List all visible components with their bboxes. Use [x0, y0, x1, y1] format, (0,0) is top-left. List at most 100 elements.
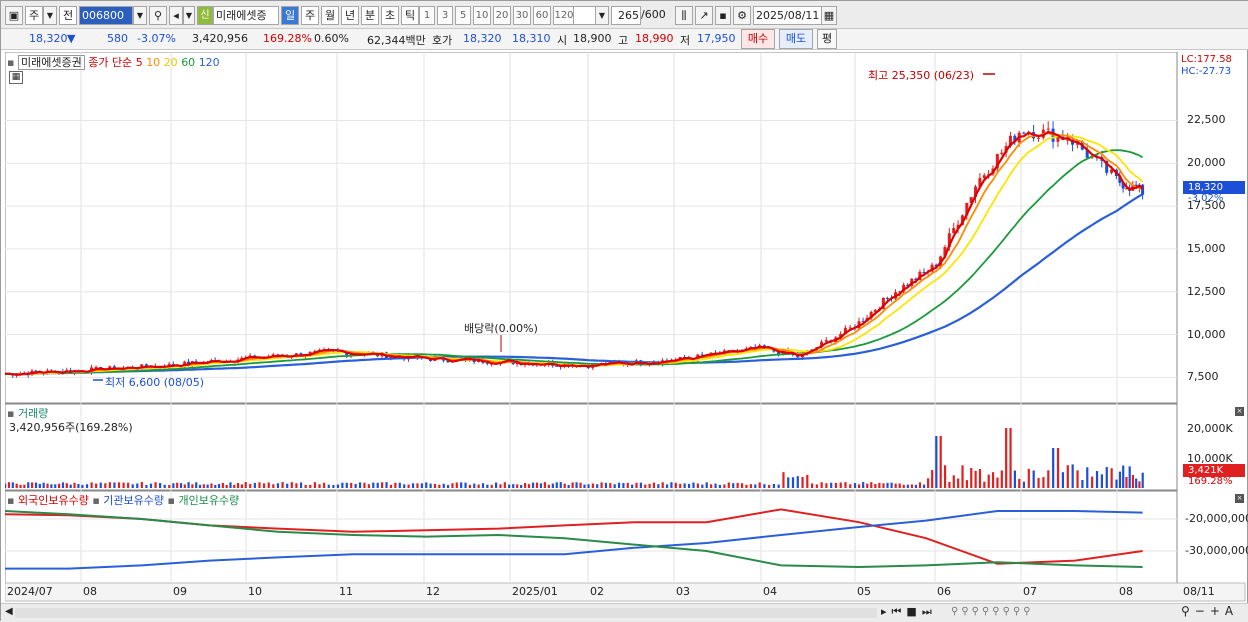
volume-bar: [948, 481, 951, 488]
volume-bar: [122, 482, 125, 488]
lc-label: LC:177.58: [1181, 54, 1232, 65]
interval-button-120[interactable]: 120: [553, 6, 575, 25]
volume-bar: [299, 482, 303, 488]
interval-button-5[interactable]: 5: [455, 6, 471, 25]
gear-icon[interactable]: ⚙: [733, 6, 751, 25]
volume-bar: [95, 483, 98, 488]
price-tick-5: 10,000: [1187, 327, 1226, 341]
volume-bar: [350, 482, 353, 488]
interval-button-20[interactable]: 20: [493, 6, 511, 25]
date-input[interactable]: 2025/08/11: [753, 6, 823, 25]
chevron-down-icon[interactable]: ▼: [595, 6, 609, 25]
low-price: 17,950: [697, 32, 736, 45]
period-tab-5[interactable]: 초: [381, 6, 399, 25]
chart-area[interactable]: ▪ 미래에셋증권 종가 단순 5 10 20 60 120 ▦ LC:177.5…: [5, 52, 1248, 603]
volume-bar: [433, 483, 437, 488]
code-prefix[interactable]: 전: [59, 6, 77, 25]
sell-button[interactable]: 매도: [779, 29, 813, 49]
ask-label: 호가: [432, 34, 453, 47]
period-tab-0[interactable]: 일: [281, 6, 299, 25]
volume-bar: [974, 470, 977, 488]
volume-bar: [1118, 471, 1122, 488]
price-change-pct: -3.07%: [137, 32, 176, 45]
volume-bar: [187, 482, 190, 488]
volume-bar: [512, 484, 515, 488]
volume-bar: [961, 465, 964, 488]
eval-button[interactable]: 평: [817, 29, 837, 49]
volume-bar: [727, 482, 730, 488]
interval-button-1[interactable]: 1: [419, 6, 435, 25]
volume-bar: [1105, 467, 1108, 488]
ask-price: 18,320: [463, 32, 502, 45]
period-tab-3[interactable]: 년: [341, 6, 359, 25]
period-tab-2[interactable]: 월: [321, 6, 339, 25]
volume-bar: [768, 484, 771, 488]
price-tick-1: 20,000: [1187, 156, 1226, 170]
search-icon[interactable]: ⚲: [149, 6, 167, 25]
save-icon[interactable]: ▪: [715, 6, 731, 25]
current-price: 18,320: [29, 32, 68, 45]
interval-button-10[interactable]: 10: [473, 6, 491, 25]
layout-icon[interactable]: ▣: [5, 6, 23, 25]
volume-bar: [609, 483, 612, 488]
volume-bar: [5, 483, 7, 488]
period-tab-4[interactable]: 분: [361, 6, 379, 25]
volume-bar: [965, 480, 968, 488]
scroll-track[interactable]: [15, 608, 877, 618]
trend-tool-icon[interactable]: ↗: [695, 6, 713, 25]
volume-bar: [214, 484, 217, 488]
volume-bar: [1091, 476, 1094, 488]
volume-bar: [745, 484, 748, 488]
candle-icon[interactable]: ⫼: [675, 6, 693, 25]
x-tick-4: 11: [339, 585, 353, 598]
count-input[interactable]: 265: [611, 6, 641, 25]
speaker-icon[interactable]: ◂: [169, 6, 183, 25]
volume-bar: [1100, 474, 1103, 488]
volume-bar: [313, 482, 317, 488]
stock-code-input[interactable]: 006800: [79, 6, 133, 25]
volume-bar: [878, 482, 881, 488]
calendar-icon[interactable]: ▦: [821, 6, 837, 25]
volume-bar: [19, 484, 22, 488]
volume-bar: [438, 484, 441, 488]
scroll-bar[interactable]: ◀ ▸⏮■⏭ ⚲⚲⚲⚲⚲⚲⚲⚲ ⚲−+A: [1, 603, 1248, 622]
count-total: /600: [641, 8, 666, 21]
period-main[interactable]: 주: [25, 6, 43, 25]
volume-bar: [281, 482, 284, 488]
close-icon[interactable]: ×: [1235, 407, 1244, 416]
chevron-down-icon[interactable]: ▼: [43, 6, 57, 25]
high-price: 18,990: [635, 32, 674, 45]
chart-svg[interactable]: [5, 52, 1248, 603]
period-tab-6[interactable]: 틱: [401, 6, 419, 25]
close-icon[interactable]: ×: [1235, 494, 1244, 503]
volume-bar: [1042, 477, 1045, 488]
interval-button-30[interactable]: 30: [513, 6, 531, 25]
volume-bar: [587, 484, 590, 488]
interval-button-3[interactable]: 3: [437, 6, 453, 25]
volume-bar: [249, 483, 252, 488]
scroll-left-icon[interactable]: ◀: [5, 606, 13, 617]
volume-bar: [858, 484, 861, 488]
tool-icons[interactable]: ⚲⚲⚲⚲⚲⚲⚲⚲: [951, 606, 1034, 617]
volume-bar: [825, 483, 828, 488]
table-icon[interactable]: ▦: [9, 71, 23, 84]
volume-bar: [31, 482, 34, 488]
playback-controls[interactable]: ▸⏮■⏭: [881, 605, 937, 619]
volume-bar: [425, 482, 428, 488]
chevron-down-icon[interactable]: ▼: [133, 6, 147, 25]
chevron-down-icon[interactable]: ▼: [183, 6, 195, 25]
buy-button[interactable]: 매수: [741, 29, 775, 49]
panel-icon: ▪: [92, 494, 100, 507]
x-tick-14: 08/11: [1183, 585, 1215, 598]
volume-bar: [957, 478, 960, 488]
volume-bar: [644, 484, 647, 488]
volume-bar: [604, 482, 608, 488]
volume-bar: [42, 482, 45, 488]
zoom-controls[interactable]: ⚲−+A: [1181, 604, 1238, 618]
volume-bar: [468, 484, 472, 488]
interval-button-60[interactable]: 60: [533, 6, 551, 25]
volume-bar: [796, 476, 799, 488]
volume-bar: [1052, 448, 1055, 488]
period-tab-1[interactable]: 주: [301, 6, 319, 25]
price-panel-stock[interactable]: 미래에셋증권: [17, 55, 85, 70]
